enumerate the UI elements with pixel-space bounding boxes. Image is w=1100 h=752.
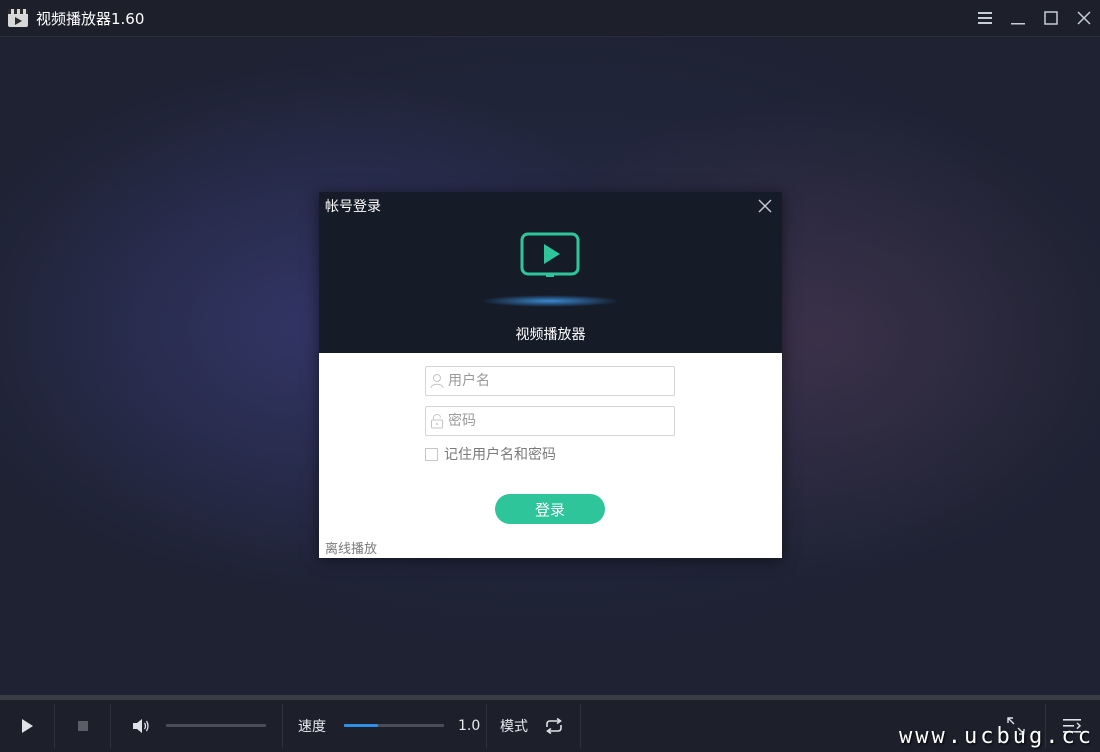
close-icon bbox=[1076, 11, 1091, 25]
volume-slider[interactable] bbox=[166, 724, 266, 727]
play-button[interactable] bbox=[12, 700, 42, 752]
volume-button[interactable] bbox=[128, 700, 154, 752]
speed-slider[interactable] bbox=[344, 724, 444, 727]
menu-button[interactable] bbox=[968, 0, 1001, 36]
mode-label: 模式 bbox=[500, 719, 528, 735]
remember-checkbox[interactable] bbox=[425, 447, 438, 461]
window-title: 视频播放器1.60 bbox=[36, 9, 145, 28]
close-icon bbox=[758, 199, 772, 213]
speed-label: 速度 bbox=[298, 719, 326, 735]
volume-icon bbox=[133, 719, 149, 733]
loop-icon bbox=[546, 718, 562, 734]
stop-button[interactable] bbox=[68, 700, 98, 752]
minimize-icon bbox=[1010, 23, 1025, 25]
maximize-button[interactable] bbox=[1034, 0, 1067, 36]
maximize-icon bbox=[1043, 11, 1058, 25]
username-field[interactable] bbox=[425, 366, 675, 396]
mode-label-box: 模式 bbox=[500, 700, 528, 752]
dialog-title: 帐号登录 bbox=[325, 199, 381, 215]
login-dialog: 帐号登录 视频播放器 记住用户名和密码 登录 bbox=[319, 192, 782, 558]
user-icon bbox=[430, 374, 444, 389]
password-input[interactable] bbox=[448, 409, 674, 433]
play-icon bbox=[22, 719, 33, 733]
menu-icon bbox=[977, 12, 992, 24]
lock-icon bbox=[431, 414, 443, 429]
close-button[interactable] bbox=[1067, 0, 1100, 36]
divider bbox=[486, 704, 487, 748]
window-controls bbox=[968, 0, 1100, 36]
title-bar: 视频播放器1.60 bbox=[0, 0, 1100, 37]
login-dialog-header: 帐号登录 视频播放器 bbox=[319, 192, 782, 353]
remember-label[interactable]: 记住用户名和密码 bbox=[444, 444, 556, 464]
divider bbox=[580, 704, 581, 748]
app-name-label: 视频播放器 bbox=[515, 327, 586, 343]
speed-value: 1.0 bbox=[458, 718, 481, 734]
speed-label-box: 速度 bbox=[298, 700, 326, 752]
username-input[interactable] bbox=[448, 369, 674, 393]
login-button[interactable]: 登录 bbox=[495, 494, 605, 524]
password-field[interactable] bbox=[425, 406, 675, 436]
divider bbox=[282, 704, 283, 748]
dialog-close-button[interactable] bbox=[756, 197, 774, 215]
watermark-text: www.ucbug.cc bbox=[899, 724, 1094, 749]
logo-glow bbox=[480, 295, 620, 307]
remember-row: 记住用户名和密码 bbox=[425, 444, 556, 464]
app-icon bbox=[8, 9, 28, 27]
loop-mode-button[interactable] bbox=[542, 700, 566, 752]
divider bbox=[110, 704, 111, 748]
offline-play-link[interactable]: 离线播放 bbox=[325, 538, 377, 557]
play-logo-icon bbox=[520, 232, 580, 277]
speed-slider-fill bbox=[344, 724, 378, 727]
speed-value-box: 1.0 bbox=[458, 700, 480, 752]
divider bbox=[54, 704, 55, 748]
stop-icon bbox=[78, 721, 88, 731]
minimize-button[interactable] bbox=[1001, 0, 1034, 36]
